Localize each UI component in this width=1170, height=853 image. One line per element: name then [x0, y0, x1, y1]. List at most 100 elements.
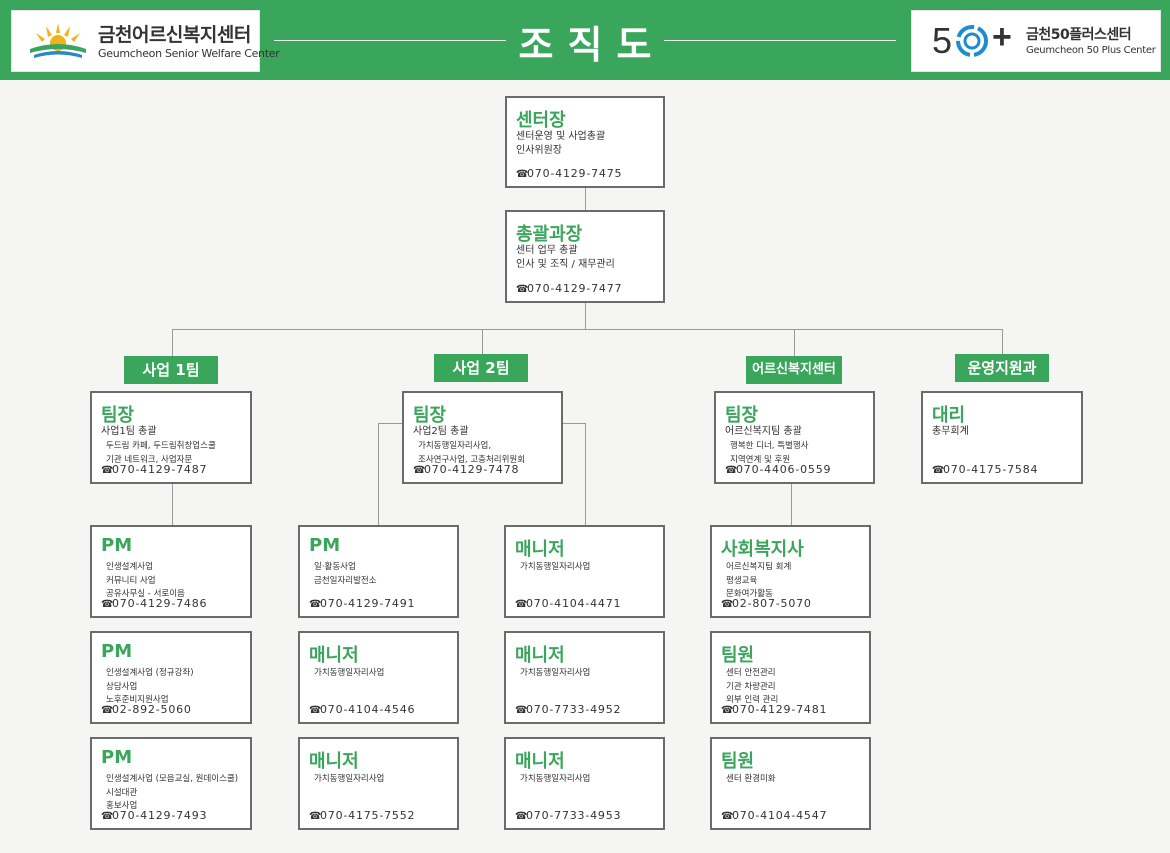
header-banner: 금천어르신복지센터 Geumcheon Senior Welfare Cente…	[0, 0, 1170, 80]
phone-line: ☎070-4129-7493	[101, 809, 208, 822]
connector	[585, 423, 586, 526]
senior-member-box: 사회복지사 어르신복지팀 회계 평생교육 문화여가활동 ☎02-807-5070	[710, 525, 871, 618]
connector	[791, 484, 792, 526]
team2-member-box: 매니저 가치동행일자리사업 ☎070-7733-4952	[504, 631, 665, 724]
operations-box: 대리 총무회계 ☎070-4175-7584	[921, 391, 1083, 484]
box-desc: 가치동행일자리사업	[520, 774, 591, 784]
dept-label-team2: 사업 2팀	[434, 354, 528, 382]
director-box: 센터장 센터운영 및 사업총괄 인사위원장 ☎070-4129-7475	[505, 96, 665, 188]
box-title: 팀장	[725, 405, 759, 426]
phone-icon: ☎	[101, 811, 115, 822]
connector	[378, 423, 402, 424]
team2-member-box: 매니저 가치동행일자리사업 ☎070-4104-4471	[504, 525, 665, 618]
box-desc: 어르신복지팀 회계 평생교육 문화여가활동	[726, 562, 792, 599]
team2-member-box: 매니저 가치동행일자리사업 ☎070-4175-7552	[298, 737, 459, 830]
box-desc: 센터 업무 총괄 인사 및 조직 / 재무관리	[516, 245, 615, 270]
phone-icon: ☎	[721, 599, 735, 610]
fifty-plus-mark: 5	[932, 20, 953, 61]
box-title: 팀원	[721, 751, 755, 772]
connector	[172, 484, 173, 526]
phone-icon: ☎	[101, 599, 115, 610]
box-desc: 가치동행일자리사업	[520, 562, 591, 572]
box-desc: 일·활동사업 금천일자리발전소	[314, 562, 377, 586]
box-title: 매니저	[309, 751, 359, 772]
team3-leader-box: 팀장 어르신복지팀 총괄 행복한 디너, 특별행사 지역연계 및 후원 ☎070…	[714, 391, 875, 484]
phone-icon: ☎	[516, 169, 530, 180]
box-desc: 센터운영 및 사업총괄 인사위원장	[516, 131, 606, 156]
phone-icon: ☎	[721, 811, 735, 822]
plus-mark: +	[992, 18, 1012, 56]
phone-line: ☎070-4104-4471	[515, 597, 622, 610]
box-desc: 인생설계사업 (모음교실, 원데이스쿨) 시설대관 홍보사업	[106, 774, 239, 811]
team1-member-box: PM 인생설계사업 커뮤니티 사업 공유사무실 - 서로이음 ☎070-4129…	[90, 525, 252, 618]
sun-logo-icon	[30, 23, 86, 58]
dept-label-senior-center: 어르신복지센터	[746, 356, 842, 384]
phone-line: ☎070-4129-7491	[309, 597, 416, 610]
phone-icon: ☎	[516, 284, 530, 295]
phone-icon: ☎	[309, 811, 323, 822]
phone-line: ☎070-7733-4952	[515, 703, 622, 716]
box-role: 어르신복지팀 총괄	[725, 426, 802, 437]
box-desc: 인생설계사업 커뮤니티 사업 공유사무실 - 서로이음	[106, 562, 185, 599]
phone-line: ☎070-4129-7478	[413, 463, 520, 476]
box-desc: 가치동행일자리사업	[314, 668, 385, 678]
box-role: 사업2팀 총괄	[413, 426, 469, 437]
phone-icon: ☎	[515, 705, 529, 716]
left-logo-english: Geumcheon Senior Welfare Center	[98, 47, 280, 60]
connector	[794, 329, 795, 356]
box-title: 매니저	[515, 645, 565, 666]
phone-icon: ☎	[413, 465, 427, 476]
phone-icon: ☎	[725, 465, 739, 476]
box-title: 센터장	[516, 110, 566, 131]
phone-line: ☎070-4104-4547	[721, 809, 828, 822]
box-title: 매니저	[515, 751, 565, 772]
title-rule-right	[664, 40, 896, 41]
box-title: 매니저	[515, 539, 565, 560]
phone-line: ☎070-7733-4953	[515, 809, 622, 822]
phone-icon: ☎	[515, 599, 529, 610]
phone-line: ☎02-807-5070	[721, 597, 812, 610]
connector	[378, 423, 379, 526]
general-manager-box: 총괄과장 센터 업무 총괄 인사 및 조직 / 재무관리 ☎070-4129-7…	[505, 210, 665, 303]
box-role: 사업1팀 총괄	[101, 426, 157, 437]
phone-icon: ☎	[101, 705, 115, 716]
box-title: PM	[101, 747, 133, 768]
box-desc: 센터 환경미화	[726, 774, 776, 784]
connector	[585, 302, 586, 330]
box-title: 팀장	[413, 405, 447, 426]
phone-icon: ☎	[309, 599, 323, 610]
phone-line: ☎070-4129-7487	[101, 463, 208, 476]
box-title: 팀장	[101, 405, 135, 426]
box-desc: 가치동행일자리사업	[520, 668, 591, 678]
phone-icon: ☎	[515, 811, 529, 822]
team1-member-box: PM 인생설계사업 (정규강좌) 상담사업 노후준비지원사업 ☎02-892-5…	[90, 631, 252, 724]
phone-line: ☎070-4406-0559	[725, 463, 832, 476]
box-title: 팀원	[721, 645, 755, 666]
phone-icon: ☎	[721, 705, 735, 716]
phone-icon: ☎	[932, 465, 946, 476]
connector	[563, 423, 585, 424]
box-title: 대리	[932, 405, 966, 426]
dept-label-team1: 사업 1팀	[124, 356, 218, 384]
ring-logo-icon	[956, 25, 988, 57]
page-title: 조직도	[518, 23, 666, 67]
senior-member-box: 팀원 센터 환경미화 ☎070-4104-4547	[710, 737, 871, 830]
phone-icon: ☎	[101, 465, 115, 476]
phone-line: ☎070-4104-4546	[309, 703, 416, 716]
right-logo-korean: 금천50플러스센터	[1026, 27, 1132, 43]
title-rule-left	[274, 40, 506, 41]
phone-line: ☎070-4129-7475	[516, 167, 623, 180]
box-title: PM	[101, 641, 133, 662]
connector	[482, 329, 483, 354]
box-desc: 가치동행일자리사업	[314, 774, 385, 784]
box-title: 매니저	[309, 645, 359, 666]
senior-member-box: 팀원 센터 안전관리 기관 차량관리 외부 인력 관리 ☎070-4129-74…	[710, 631, 871, 724]
phone-line: ☎070-4175-7552	[309, 809, 416, 822]
team1-member-box: PM 인생설계사업 (모음교실, 원데이스쿨) 시설대관 홍보사업 ☎070-4…	[90, 737, 252, 830]
left-logo-korean: 금천어르신복지센터	[98, 24, 251, 46]
box-desc: 인생설계사업 (정규강좌) 상담사업 노후준비지원사업	[106, 668, 194, 705]
team2-member-box: 매니저 가치동행일자리사업 ☎070-7733-4953	[504, 737, 665, 830]
box-title: PM	[101, 535, 133, 556]
team2-leader-box: 팀장 사업2팀 총괄 가치동행일자리사업, 조사연구사업, 고충처리위원회 ☎0…	[402, 391, 563, 484]
phone-line: ☎070-4129-7477	[516, 282, 623, 295]
